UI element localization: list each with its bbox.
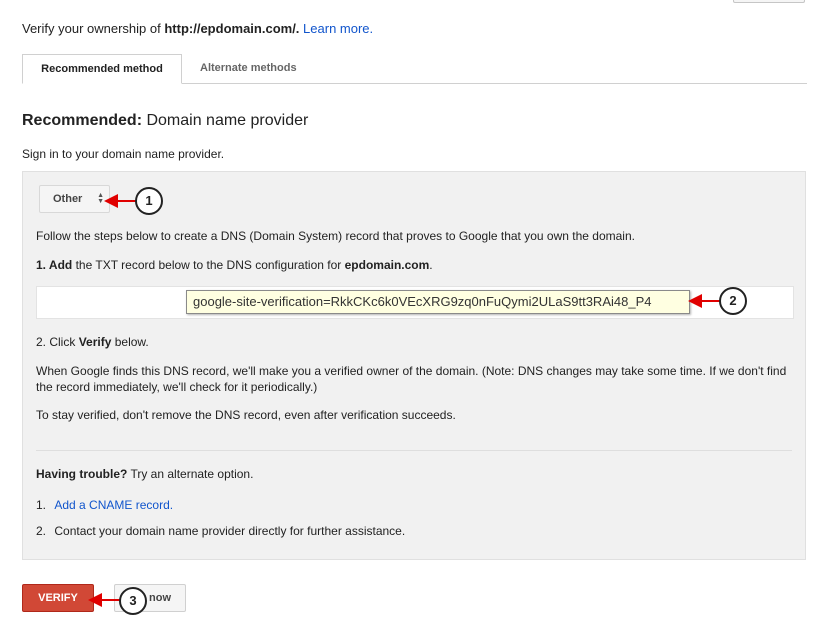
heading-bold: Recommended: — [22, 112, 143, 129]
step-2-bold: Verify — [78, 335, 112, 349]
step-2-rest: below. — [111, 335, 149, 349]
txt-record-value[interactable]: google-site-verification=RkkCKc6k0VEcXRG… — [186, 290, 690, 314]
option-2-text: Contact your domain name provider direct… — [54, 524, 406, 538]
callout-3-arrow-icon — [88, 593, 102, 607]
verify-prefix: Verify your ownership of — [22, 21, 165, 36]
add-cname-link[interactable]: Add a CNAME record. — [54, 498, 173, 512]
step-1-bold: 1. Add — [36, 258, 73, 272]
callout-2-arrow-icon — [688, 294, 702, 308]
step-1: 1. Add the TXT record below to the DNS c… — [36, 258, 433, 272]
trouble-rest: Try an alternate option. — [127, 467, 254, 481]
domain-url: http://epdomain.com/. — [164, 21, 300, 36]
select-arrows-icon: ▲ ▼ — [97, 192, 104, 205]
step-1-domain: epdomain.com — [344, 258, 430, 272]
learn-more-link[interactable]: Learn more. — [303, 21, 373, 36]
callout-1-arrow-icon — [104, 194, 118, 208]
trouble-bold: Having trouble? — [36, 467, 128, 481]
step-2: 2. Click Verify below. — [36, 335, 149, 349]
option-1-num: 1. — [36, 498, 47, 512]
callout-3: 3 — [119, 587, 147, 615]
step-1-rest: the TXT record below to the DNS configur… — [72, 258, 345, 272]
trouble-option-2: 2. Contact your domain name provider dir… — [36, 524, 405, 538]
method-tabs: Recommended method Alternate methods — [22, 54, 807, 84]
tab-alternate-methods[interactable]: Alternate methods — [186, 54, 311, 82]
signin-instruction: Sign in to your domain name provider. — [22, 147, 225, 161]
verify-ownership-line: Verify your ownership of http://epdomain… — [22, 21, 373, 36]
callout-3-arrow-line — [100, 599, 120, 601]
stay-verified-note: To stay verified, don't remove the DNS r… — [36, 408, 456, 422]
having-trouble: Having trouble? Try an alternate option. — [36, 467, 253, 481]
trouble-option-1: 1. Add a CNAME record. — [36, 498, 173, 512]
step-2-prefix: 2. Click — [36, 335, 79, 349]
heading-rest: Domain name provider — [142, 112, 309, 129]
callout-2: 2 — [719, 287, 747, 315]
provider-select[interactable]: Other ▲ ▼ — [39, 185, 110, 213]
callout-1: 1 — [135, 187, 163, 215]
section-heading: Recommended: Domain name provider — [22, 112, 308, 130]
callout-2-arrow-line — [700, 300, 720, 302]
provider-select-value: Other — [53, 193, 83, 205]
tab-recommended-method[interactable]: Recommended method — [22, 54, 182, 84]
option-2-num: 2. — [36, 524, 47, 538]
step-1-end: . — [429, 258, 433, 272]
dns-note: When Google finds this DNS record, we'll… — [36, 364, 787, 394]
steps-intro: Follow the steps below to create a DNS (… — [36, 229, 635, 243]
top-button-stub[interactable] — [733, 0, 805, 3]
verify-button[interactable]: VERIFY — [22, 584, 94, 612]
panel-divider — [36, 450, 792, 451]
